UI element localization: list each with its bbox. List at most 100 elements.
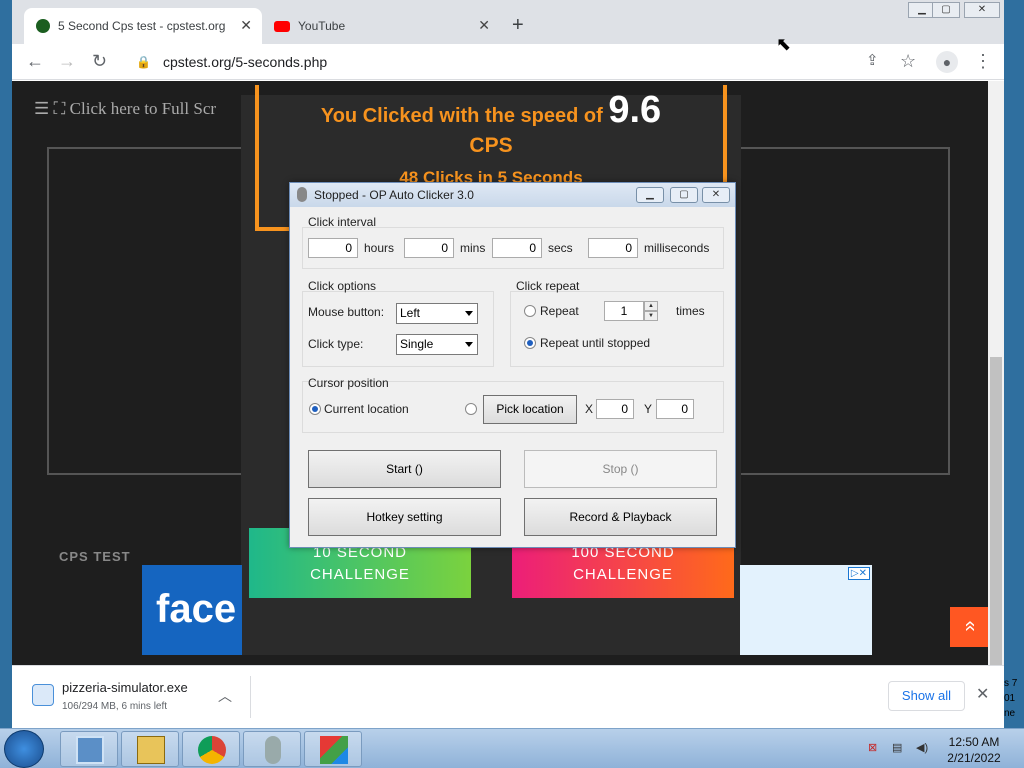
milliseconds-input[interactable]: 0 [588, 238, 638, 258]
ad-banner-left[interactable]: face [142, 565, 242, 655]
tab-cpstest[interactable]: 5 Second Cps test - cpstest.org ✕ [24, 8, 262, 44]
times-label: times [676, 304, 705, 318]
hours-input[interactable]: 0 [308, 238, 358, 258]
repeat-label: Repeat [540, 304, 579, 318]
tab-youtube[interactable]: YouTube ✕ [262, 8, 500, 44]
tab-strip: 5 Second Cps test - cpstest.org ✕ YouTub… [12, 0, 1004, 44]
taskbar-app[interactable] [304, 731, 362, 767]
mins-input[interactable]: 0 [404, 238, 454, 258]
share-icon[interactable]: ⇪ [866, 51, 879, 69]
click-repeat-label: Click repeat [516, 279, 580, 293]
cps-value: 9.6 [608, 89, 662, 131]
hamburger-icon[interactable]: ☰ [34, 99, 49, 118]
chevron-up-icon[interactable]: ︿ [218, 686, 232, 706]
click-interval-label: Click interval [308, 215, 377, 229]
taskbar-auto-clicker[interactable] [243, 731, 301, 767]
ad-text: face [156, 587, 237, 631]
cps-unit: CPS [469, 134, 513, 157]
maximize-button[interactable]: ▢ [670, 187, 698, 203]
x-coordinate-input[interactable]: 0 [596, 399, 634, 419]
show-all-button[interactable]: Show all [888, 681, 965, 711]
scroll-to-top-button[interactable]: » [950, 607, 988, 647]
forward-icon[interactable]: → [58, 51, 76, 72]
bookmark-star-icon[interactable]: ☆ [900, 51, 916, 72]
taskbar-chrome[interactable] [182, 731, 240, 767]
download-bar: pizzeria-simulator.exe 106/294 MB, 6 min… [12, 665, 1004, 728]
spin-down-icon[interactable]: ▼ [644, 311, 658, 321]
file-icon [32, 684, 54, 706]
network-error-icon[interactable]: ⊠ [868, 741, 882, 755]
ad-close-icon[interactable]: ▷✕ [847, 567, 870, 580]
pick-location-radio[interactable] [465, 403, 477, 415]
menu-icon[interactable]: ⋮ [974, 51, 992, 72]
fullscreen-link[interactable]: ☰ ⛶ Click here to Full Scr [34, 99, 216, 119]
reload-icon[interactable]: ↻ [92, 51, 107, 72]
clock-time[interactable]: 12:50 AM [944, 735, 1004, 749]
cpstest-favicon [36, 19, 50, 33]
scrollbar-thumb[interactable] [990, 357, 1002, 667]
click-options-label: Click options [308, 279, 377, 293]
repeat-count-spinner[interactable]: ▲ ▼ [644, 301, 658, 321]
click-type-select[interactable]: Single [396, 334, 478, 355]
y-coordinate-input[interactable]: 0 [656, 399, 694, 419]
minimize-button[interactable]: ▁ [636, 187, 664, 203]
dropdown-arrow-icon [465, 311, 473, 316]
current-location-label: Current location [324, 402, 409, 416]
chrome-icon [198, 736, 226, 764]
y-label: Y [644, 402, 653, 416]
fullscreen-icon: ⛶ [53, 99, 66, 118]
mouse-icon [297, 187, 307, 202]
repeat-count-input[interactable]: 1 [604, 301, 644, 321]
clock-date[interactable]: 2/21/2022 [944, 751, 1004, 765]
close-button[interactable]: ✕ [702, 187, 730, 203]
network-icon[interactable]: ▤ [892, 741, 906, 755]
click-type-value: Single [400, 337, 434, 351]
close-window-button[interactable]: ✕ [964, 2, 1000, 18]
volume-icon[interactable]: ◀) [916, 741, 930, 755]
taskbar-solitaire[interactable] [121, 731, 179, 767]
mouse-button-select[interactable]: Left [396, 303, 478, 324]
computer-icon [76, 736, 104, 764]
auto-clicker-title: Stopped - OP Auto Clicker 3.0 [314, 188, 474, 202]
page-scrollbar[interactable] [988, 81, 1004, 667]
auto-clicker-titlebar[interactable]: Stopped - OP Auto Clicker 3.0 ▁ ▢ ✕ [290, 183, 735, 207]
auto-clicker-window: Stopped - OP Auto Clicker 3.0 ▁ ▢ ✕ Clic… [289, 182, 736, 548]
close-tab-icon[interactable]: ✕ [478, 17, 490, 34]
start-button[interactable]: Start () [308, 450, 501, 488]
spin-up-icon[interactable]: ▲ [644, 301, 658, 311]
start-button-icon[interactable] [4, 730, 44, 768]
download-filename[interactable]: pizzeria-simulator.exe [62, 680, 188, 695]
youtube-favicon [274, 20, 290, 32]
cursor-position-label: Cursor position [308, 376, 389, 390]
taskbar-explorer[interactable] [60, 731, 118, 767]
hotkey-setting-button[interactable]: Hotkey setting [308, 498, 501, 536]
dropdown-arrow-icon [465, 342, 473, 347]
stop-button[interactable]: Stop () [524, 450, 717, 488]
cube-icon [320, 736, 348, 764]
record-playback-button[interactable]: Record & Playback [524, 498, 717, 536]
new-tab-button[interactable]: + [512, 14, 524, 37]
mins-label: mins [460, 241, 486, 255]
download-status: 106/294 MB, 6 mins left [62, 701, 168, 712]
profile-icon[interactable]: ● [936, 51, 958, 73]
close-icon[interactable]: ✕ [976, 684, 989, 704]
tab-title: YouTube [298, 19, 346, 33]
windows-taskbar: ⊠ ▤ ◀) 12:50 AM 2/21/2022 [0, 728, 1024, 768]
lock-icon[interactable]: 🔒 [136, 55, 151, 69]
repeat-until-stopped-label: Repeat until stopped [540, 336, 651, 350]
secs-input[interactable]: 0 [492, 238, 542, 258]
pick-location-button[interactable]: Pick location [483, 395, 577, 424]
back-icon[interactable]: ← [26, 51, 44, 72]
close-tab-icon[interactable]: ✕ [240, 17, 252, 34]
mouse-button-value: Left [400, 306, 421, 320]
mouse-icon [265, 736, 281, 764]
repeat-radio[interactable] [524, 305, 536, 317]
repeat-until-stopped-radio[interactable] [524, 337, 536, 349]
current-location-radio[interactable] [309, 403, 321, 415]
browser-toolbar: ← → ↻ 🔒 cpstest.org/5-seconds.php ⇪ ☆ ● … [12, 44, 1004, 80]
chevron-up-icon: » [959, 620, 981, 632]
address-bar[interactable]: 🔒 cpstest.org/5-seconds.php [124, 48, 864, 76]
maximize-button[interactable]: ▢ [932, 2, 960, 18]
ad-banner-right[interactable]: ▷✕ [740, 565, 872, 655]
desktop-edge-text: s 7 01 ne [1004, 678, 1018, 719]
